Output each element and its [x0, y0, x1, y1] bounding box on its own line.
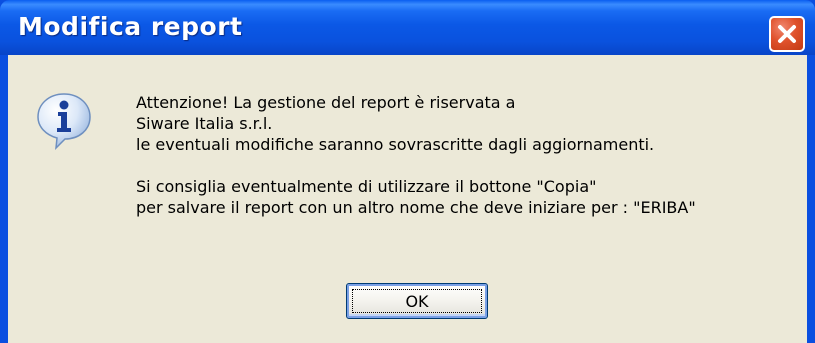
message-line-blank [136, 155, 806, 176]
title-bar[interactable]: Modifica report [0, 0, 815, 55]
message-text: Attenzione! La gestione del report è ris… [136, 92, 806, 218]
message-line: Attenzione! La gestione del report è ris… [136, 93, 516, 112]
window-title: Modifica report [18, 12, 243, 41]
message-line: Si consiglia eventualmente di utilizzare… [136, 177, 597, 196]
close-icon [778, 25, 796, 43]
close-button[interactable] [769, 16, 805, 52]
dialog-body: Attenzione! La gestione del report è ris… [8, 55, 807, 343]
ok-button-label: OK [405, 292, 429, 311]
message-line: per salvare il report con un altro nome … [136, 198, 696, 217]
info-icon [34, 90, 94, 151]
dialog-window: Modifica report Attenzione! La gestione … [0, 0, 815, 343]
message-line: le eventuali modifiche saranno sovrascri… [136, 135, 655, 154]
ok-button[interactable]: OK [346, 283, 488, 319]
message-line: Siware Italia s.r.l. [136, 114, 273, 133]
